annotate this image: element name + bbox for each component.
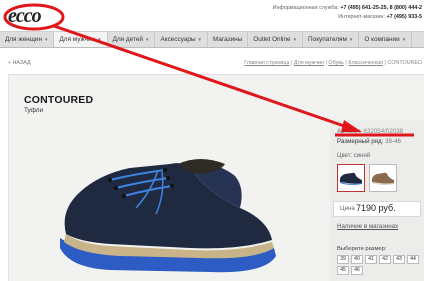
size-option[interactable]: 40	[351, 255, 363, 264]
size-option[interactable]: 39	[337, 255, 349, 264]
crumb-men[interactable]: Для мужчин	[294, 60, 324, 66]
ecco-logo[interactable]: ecco	[6, 5, 64, 29]
shop-phone: +7 (495) 933-5	[386, 13, 422, 20]
product-title: CONTOURED	[24, 94, 94, 106]
chevron-down-icon: ▼	[401, 37, 407, 42]
size-option[interactable]: 44	[407, 255, 419, 264]
info-label: Информационная служба:	[272, 5, 339, 11]
shoe-image	[60, 159, 276, 273]
size-range-value: 39-46	[385, 138, 401, 145]
nav-label: Outlet Online	[253, 36, 291, 43]
info-phones: +7 (495) 641-25-25, 8 (800) 444-2	[340, 5, 422, 11]
nav-item-accessories[interactable]: Аксессуары ▼	[155, 32, 209, 47]
size-option[interactable]: 43	[393, 255, 405, 264]
chevron-down-icon: ▼	[97, 37, 102, 42]
site-header: ecco Информационная служба: +7 (495) 641…	[0, 0, 424, 30]
swatch-brown[interactable]	[369, 164, 397, 192]
crumb-home[interactable]: Главная страница	[244, 60, 289, 66]
logo-text: ecco	[8, 5, 42, 27]
crumb-current: CONTOURED	[387, 60, 422, 66]
crumb-shoes[interactable]: Обувь	[328, 60, 344, 66]
price-value: 7190 руб.	[356, 203, 396, 213]
color-row: Цвет: синий	[337, 153, 370, 159]
nav-label: Магазины	[213, 36, 243, 43]
size-option[interactable]: 46	[351, 266, 363, 275]
swatch-navy[interactable]	[337, 164, 365, 192]
shoe-thumbnail-icon	[371, 172, 394, 185]
article-row: Артикул: 632054/02038	[337, 128, 403, 135]
product-image[interactable]	[40, 130, 280, 280]
chevron-down-icon: ▼	[292, 37, 298, 42]
stock-availability-link[interactable]: Наличие в магазинах	[337, 223, 398, 230]
breadcrumb: Главная страница | Для мужчин | Обувь | …	[244, 60, 422, 66]
nav-item-customers[interactable]: Покупателям ▼	[303, 32, 360, 47]
contact-info: Информационная служба: +7 (495) 641-25-2…	[273, 4, 422, 21]
price-label: Цена	[340, 205, 355, 212]
nav-item-stores[interactable]: Магазины	[208, 32, 249, 47]
crumb-classic[interactable]: Классическая	[348, 60, 383, 66]
nav-item-about[interactable]: О компании ▼	[359, 32, 413, 47]
nav-item-women[interactable]: Для женщин ▼	[0, 32, 55, 47]
nav-label: Для мужчин	[59, 36, 96, 43]
size-option[interactable]: 45	[337, 266, 349, 275]
color-value: синий	[353, 153, 371, 159]
size-range-label: Размерный ряд:	[337, 138, 384, 145]
size-range-row: Размерный ряд: 39-46	[337, 138, 401, 145]
nav-item-outlet[interactable]: Outlet Online ▼	[248, 32, 304, 47]
nav-label: О компании	[364, 36, 400, 43]
size-grid: 39 40 41 42 43 44 45 46	[337, 255, 421, 275]
article-number: 632054/02038	[363, 128, 404, 135]
choose-size-label: Выберите размер:	[337, 246, 387, 252]
back-link[interactable]: « НАЗАД	[8, 60, 31, 66]
color-label: Цвет:	[337, 153, 353, 159]
size-option[interactable]: 42	[379, 255, 391, 264]
color-swatches	[337, 164, 397, 192]
chevron-down-icon: ▼	[348, 37, 354, 42]
chevron-down-icon: ▼	[144, 37, 150, 42]
nav-item-men[interactable]: Для мужчин ▼	[54, 32, 108, 47]
shop-label: Интернет-магазин:	[338, 13, 385, 20]
nav-label: Аксессуары	[160, 36, 196, 43]
product-subtitle: Туфли	[24, 107, 44, 114]
nav-item-kids[interactable]: Для детей ▼	[108, 32, 156, 47]
nav-label: Для детей	[112, 36, 143, 43]
nav-label: Для женщин	[5, 36, 43, 43]
shoe-thumbnail-icon	[339, 172, 362, 185]
main-nav: Для женщин ▼ Для мужчин ▼ Для детей ▼ Аксес…	[0, 31, 424, 48]
chevron-down-icon: ▼	[44, 37, 49, 42]
size-option[interactable]: 41	[365, 255, 377, 264]
article-label: Артикул:	[337, 128, 362, 135]
nav-label: Покупателям	[308, 36, 347, 43]
chevron-down-icon: ▼	[197, 37, 203, 42]
